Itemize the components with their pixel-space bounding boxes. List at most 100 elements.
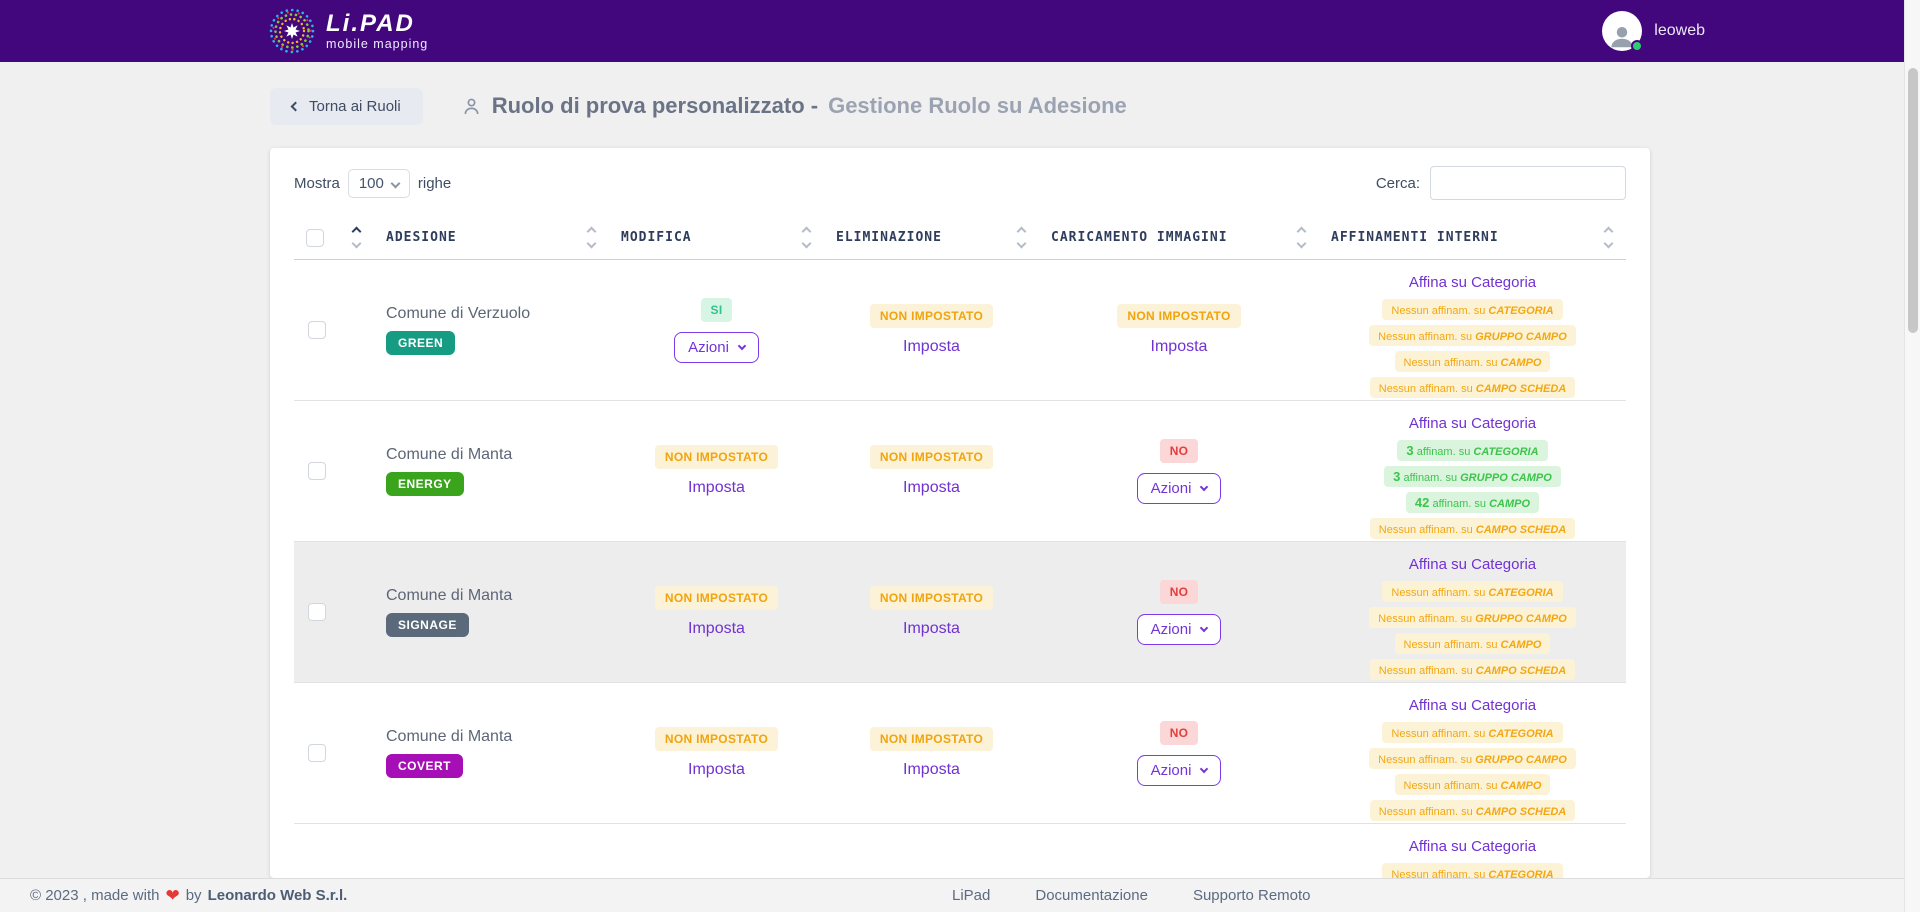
row-checkbox[interactable]: [308, 321, 326, 339]
status-badge: NON IMPOSTATO: [1117, 304, 1240, 328]
row-checkbox[interactable]: [308, 462, 326, 480]
sort-carets[interactable]: [353, 228, 360, 247]
heart-icon: ❤: [165, 886, 179, 906]
azioni-dropdown[interactable]: Azioni: [1137, 473, 1222, 504]
imposta-link[interactable]: Imposta: [688, 479, 745, 497]
affinamento-badge: Nessun affinam. su GRUPPO CAMPO: [1369, 748, 1576, 769]
imposta-link[interactable]: Imposta: [903, 620, 960, 638]
affina-su-categoria-link[interactable]: Affina su Categoria: [1409, 274, 1536, 291]
affinamento-badge: Nessun affinam. su CAMPO SCHEDA: [1370, 377, 1575, 398]
cell-modifica: NON IMPOSTATO Imposta: [609, 683, 824, 823]
status-badge: NON IMPOSTATO: [655, 445, 778, 469]
page-title-strong: Ruolo di prova personalizzato -: [492, 93, 818, 119]
app-logo[interactable]: Li.PAD mobile mapping: [268, 7, 428, 55]
status-badge: NON IMPOSTATO: [655, 586, 778, 610]
user-menu[interactable]: leoweb: [1602, 11, 1705, 51]
azioni-label: Azioni: [1151, 621, 1192, 638]
chevron-left-icon: [291, 101, 301, 111]
sort-asc-icon: [1604, 227, 1614, 237]
copyright-prefix: © 2023 , made with: [30, 887, 159, 904]
sort-desc-icon: [1017, 239, 1027, 249]
footer-link-lipad[interactable]: LiPad: [952, 887, 990, 904]
cell-eliminazione: NON IMPOSTATO Imposta: [824, 401, 1039, 541]
sort-asc-icon: [802, 227, 812, 237]
chevron-down-icon: [1200, 764, 1208, 772]
sort-desc-icon: [352, 239, 362, 249]
roles-table-card: Mostra 100 righe Cerca:: [270, 148, 1650, 878]
affinamento-badge: Nessun affinam. su CAMPO: [1395, 633, 1551, 654]
imposta-link[interactable]: Imposta: [688, 620, 745, 638]
imposta-link[interactable]: Imposta: [688, 761, 745, 779]
chevron-down-icon: [1200, 482, 1208, 490]
table-row: Comune di Verzuolo GREEN SI Azioni NON I…: [294, 260, 1626, 401]
back-to-roles-button[interactable]: Torna ai Ruoli: [270, 88, 423, 125]
municipality-name: Comune di Manta: [386, 728, 512, 746]
affinamento-badge: Nessun affinam. su CATEGORIA: [1382, 299, 1562, 320]
copyright-by: by: [186, 887, 202, 904]
sort-carets[interactable]: [1605, 228, 1612, 247]
role-tag-badge: GREEN: [386, 331, 455, 355]
cell-caricamento-immagini: NO Azioni: [1039, 683, 1319, 823]
scrollbar-thumb[interactable]: [1908, 68, 1918, 333]
status-badge: NO: [1160, 721, 1199, 745]
page-title-light: Gestione Ruolo su Adesione: [828, 93, 1127, 119]
page-size-select[interactable]: 100: [348, 169, 410, 198]
affina-su-categoria-link[interactable]: Affina su Categoria: [1409, 838, 1536, 855]
column-label: ELIMINAZIONE: [836, 230, 942, 245]
column-header-caricamento-immagini[interactable]: CARICAMENTO IMMAGINI: [1039, 228, 1319, 247]
cell-modifica: NON IMPOSTATO Imposta: [609, 542, 824, 682]
azioni-dropdown[interactable]: Azioni: [1137, 755, 1222, 786]
show-label: Mostra: [294, 175, 340, 192]
chevron-down-icon: [1200, 623, 1208, 631]
imposta-link[interactable]: Imposta: [903, 479, 960, 497]
azioni-dropdown[interactable]: Azioni: [1137, 614, 1222, 645]
page-scrollbar[interactable]: [1904, 0, 1920, 912]
footer-link-supporto-remoto[interactable]: Supporto Remoto: [1193, 887, 1311, 904]
imposta-link[interactable]: Imposta: [903, 338, 960, 356]
person-icon: [461, 96, 482, 117]
sort-carets[interactable]: [588, 228, 595, 247]
azioni-dropdown[interactable]: Azioni: [674, 332, 759, 363]
table-row: Comune di Manta NON IMPOSTATO NON IMPOST…: [294, 824, 1626, 878]
municipality-name: Comune di Manta: [386, 587, 512, 605]
column-header-adesione[interactable]: ADESIONE: [374, 228, 609, 247]
column-header-select[interactable]: [294, 228, 374, 247]
copyright-text: © 2023 , made with ❤ by Leonardo Web S.r…: [30, 886, 347, 906]
footer-link-documentazione[interactable]: Documentazione: [1035, 887, 1148, 904]
status-badge: SI: [701, 298, 733, 322]
column-header-eliminazione[interactable]: ELIMINAZIONE: [824, 228, 1039, 247]
affina-su-categoria-link[interactable]: Affina su Categoria: [1409, 556, 1536, 573]
row-checkbox[interactable]: [308, 603, 326, 621]
sort-carets[interactable]: [803, 228, 810, 247]
status-badge: NON IMPOSTATO: [870, 445, 993, 469]
imposta-link[interactable]: Imposta: [903, 761, 960, 779]
cell-affinamenti-interni: Affina su Categoria Nessun affinam. su C…: [1319, 683, 1626, 823]
affinamento-badge: Nessun affinam. su CATEGORIA: [1382, 581, 1562, 602]
affina-su-categoria-link[interactable]: Affina su Categoria: [1409, 697, 1536, 714]
rows-label: righe: [418, 175, 451, 192]
search-input[interactable]: [1430, 166, 1626, 200]
cell-caricamento-immagini: NO Azioni: [1039, 401, 1319, 541]
sort-desc-icon: [1297, 239, 1307, 249]
column-label: AFFINAMENTI INTERNI: [1331, 230, 1499, 245]
table-header: ADESIONE MODIFICA ELIMINAZIONE: [294, 216, 1626, 260]
affinamento-badge: Nessun affinam. su CATEGORIA: [1382, 863, 1562, 879]
sort-asc-icon: [1297, 227, 1307, 237]
affina-su-categoria-link[interactable]: Affina su Categoria: [1409, 415, 1536, 432]
cell-caricamento-immagini: NO Azioni: [1039, 542, 1319, 682]
imposta-link[interactable]: Imposta: [1151, 338, 1208, 356]
column-header-affinamenti-interni[interactable]: AFFINAMENTI INTERNI: [1319, 228, 1626, 247]
row-checkbox[interactable]: [308, 744, 326, 762]
cell-eliminazione: NON IMPOSTATO: [824, 824, 1039, 878]
sort-carets[interactable]: [1018, 228, 1025, 247]
azioni-label: Azioni: [1151, 480, 1192, 497]
page-footer: © 2023 , made with ❤ by Leonardo Web S.r…: [0, 878, 1920, 912]
sort-carets[interactable]: [1298, 228, 1305, 247]
select-all-checkbox[interactable]: [306, 229, 324, 247]
column-header-modifica[interactable]: MODIFICA: [609, 228, 824, 247]
affinamento-badge: Nessun affinam. su CAMPO: [1395, 774, 1551, 795]
role-tag-badge: ENERGY: [386, 472, 464, 496]
online-status-dot: [1631, 40, 1643, 52]
back-button-label: Torna ai Ruoli: [309, 98, 401, 115]
affinamenti-badges: Nessun affinam. su CATEGORIA: [1382, 860, 1562, 878]
